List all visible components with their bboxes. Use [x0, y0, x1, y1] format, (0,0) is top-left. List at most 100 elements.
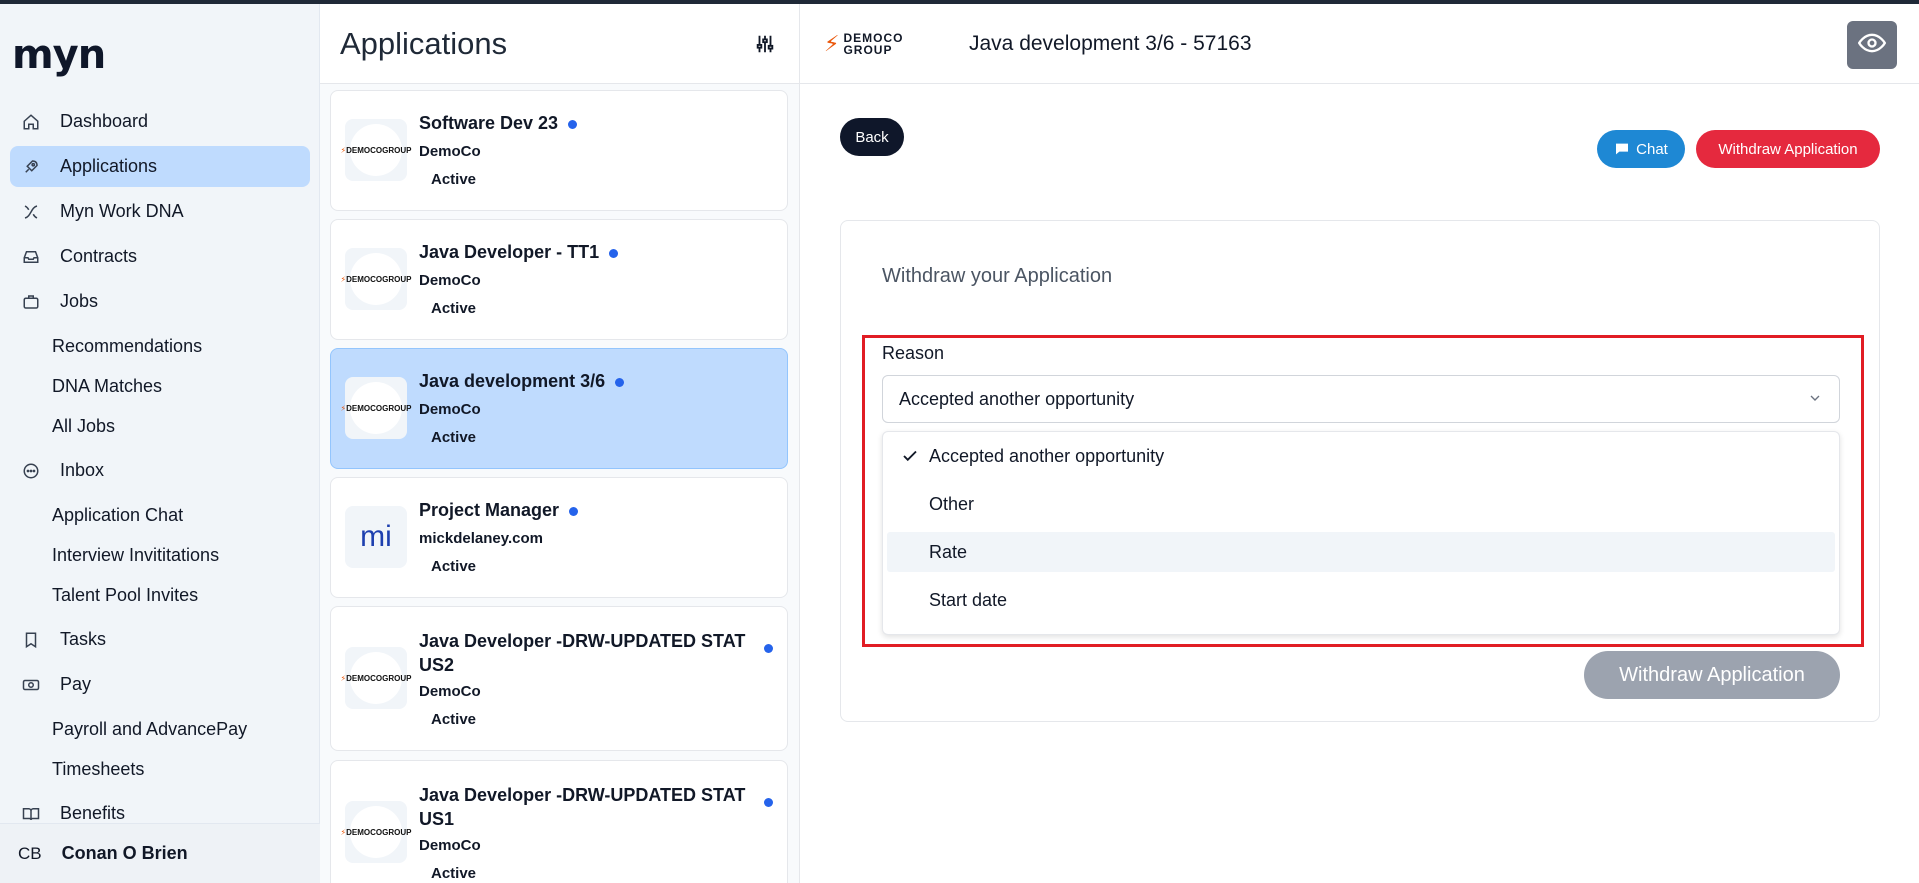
application-card[interactable]: ⚡ DEMOCO GROUP Software Dev 23 DemoCo Acti…	[330, 90, 788, 211]
company-logo: ⚡ DEMOCO GROUP	[341, 119, 411, 181]
sidebar-item-interview-invitations[interactable]: Interview Invititations	[10, 535, 310, 575]
sidebar-item-talent-pool-invites[interactable]: Talent Pool Invites	[10, 575, 310, 615]
sidebar-nav: Dashboard Applications Myn Work DNA Cont…	[10, 101, 310, 838]
inbox-tray-icon	[20, 246, 42, 268]
sidebar-item-label: Jobs	[60, 291, 99, 311]
application-company: DemoCo	[419, 683, 481, 700]
back-button[interactable]: Back	[840, 118, 904, 156]
status-badge: Active	[419, 296, 489, 320]
sidebar-item-dashboard[interactable]: Dashboard	[10, 101, 310, 142]
chat-button[interactable]: Chat	[1597, 130, 1685, 168]
unread-dot	[615, 377, 625, 387]
filter-sliders-icon[interactable]	[751, 30, 779, 58]
preview-button[interactable]	[1847, 21, 1897, 69]
sidebar-item-label: Contracts	[60, 246, 138, 266]
submit-withdraw-button[interactable]: Withdraw Application	[1584, 651, 1840, 699]
reason-option-other[interactable]: Other	[887, 484, 1835, 524]
sidebar-item-application-chat[interactable]: Application Chat	[10, 495, 310, 535]
chevron-down-icon	[1807, 390, 1823, 411]
sidebar-item-label: Dashboard	[60, 111, 149, 131]
application-card-selected[interactable]: ⚡ DEMOCO GROUP Java development 3/6 DemoCo…	[330, 348, 788, 469]
sidebar-item-label: Tasks	[60, 629, 107, 649]
sidebar-item-tasks[interactable]: Tasks	[10, 619, 310, 660]
status-badge: Active	[419, 167, 489, 191]
unread-dot	[568, 119, 578, 129]
sidebar-item-recommendations[interactable]: Recommendations	[10, 326, 310, 366]
avatar: CB	[18, 843, 42, 863]
reason-option-accepted[interactable]: Accepted another opportunity	[887, 436, 1835, 476]
briefcase-icon	[20, 291, 42, 313]
application-company: DemoCo	[419, 272, 481, 289]
unread-dot	[764, 798, 773, 807]
reason-option-rate[interactable]: Rate	[887, 532, 1835, 572]
sidebar-item-timesheets[interactable]: Timesheets	[10, 749, 310, 789]
application-card[interactable]: ⚡ DEMOCO GROUP Java Developer -DRW-UPDATED…	[330, 606, 788, 751]
withdraw-application-button[interactable]: Withdraw Application	[1696, 130, 1880, 168]
main-header: ⚡ DEMOCO GROUP Java development 3/6 - 571…	[800, 4, 1919, 84]
status-badge: Active	[419, 707, 489, 731]
reason-dropdown: Accepted another opportunity Other Rate …	[882, 431, 1840, 635]
money-icon	[20, 674, 42, 696]
user-profile[interactable]: CB Conan O Brien	[0, 823, 320, 883]
reason-option-start-date[interactable]: Start date	[887, 580, 1835, 620]
main-content: ⚡ DEMOCO GROUP Java development 3/6 - 571…	[800, 4, 1919, 883]
sidebar-item-dna-matches[interactable]: DNA Matches	[10, 366, 310, 406]
rocket-icon	[20, 156, 42, 178]
application-title: Java development 3/6	[419, 371, 625, 392]
status-badge: Active	[419, 554, 489, 578]
unread-dot	[569, 506, 579, 516]
unread-dot	[609, 248, 619, 258]
application-title: Java Developer - TT1	[419, 242, 619, 263]
company-logo: ⚡ DEMOCO GROUP	[341, 647, 411, 709]
check-icon	[901, 447, 919, 470]
chat-bubble-icon	[1614, 141, 1630, 157]
application-company: DemoCo	[419, 401, 481, 418]
dna-icon	[20, 201, 42, 223]
sidebar-item-label: Benefits	[60, 803, 126, 823]
sidebar-item-myn-work-dna[interactable]: Myn Work DNA	[10, 191, 310, 232]
sidebar-item-all-jobs[interactable]: All Jobs	[10, 406, 310, 446]
company-logo: ⚡ DEMOCO GROUP	[341, 377, 411, 439]
page-title: Applications	[340, 25, 508, 61]
sidebar-item-label: Applications	[60, 156, 158, 176]
application-title: Java Developer -DRW-UPDATED STAT US2	[419, 631, 746, 675]
company-logo: ⚡ DEMOCO GROUP	[341, 248, 411, 310]
unread-dot	[764, 644, 773, 653]
reason-select[interactable]: Accepted another opportunity	[882, 375, 1840, 423]
application-title: Java Developer -DRW-UPDATED STAT US1	[419, 785, 746, 829]
application-card[interactable]: mi Project Manager mickdelaney.com Activ…	[330, 477, 788, 598]
home-icon	[20, 111, 42, 133]
sidebar-item-label: Inbox	[60, 460, 105, 480]
sidebar-item-jobs[interactable]: Jobs	[10, 281, 310, 322]
myn-logo[interactable]: myn	[12, 32, 106, 78]
application-heading: Java development 3/6 - 57163	[969, 31, 1252, 55]
applications-header: Applications	[320, 4, 799, 84]
form-heading: Withdraw your Application	[882, 265, 1113, 287]
status-badge: Active	[419, 861, 489, 883]
sidebar-item-contracts[interactable]: Contracts	[10, 236, 310, 277]
status-badge: Active	[419, 425, 489, 449]
sidebar-item-applications[interactable]: Applications	[10, 146, 310, 187]
chat-icon	[20, 460, 42, 482]
brand-mark-icon: ⚡	[824, 30, 840, 56]
eye-icon	[1857, 29, 1887, 62]
company-logo: mi	[345, 506, 407, 568]
company-brand-logo: ⚡ DEMOCO GROUP	[824, 30, 904, 57]
application-title: Software Dev 23	[419, 113, 578, 134]
application-company: DemoCo	[419, 837, 481, 854]
sidebar-item-pay[interactable]: Pay	[10, 664, 310, 705]
book-icon	[20, 803, 42, 825]
application-company: DemoCo	[419, 143, 481, 160]
application-card[interactable]: ⚡ DEMOCO GROUP Java Developer - TT1 DemoCo…	[330, 219, 788, 340]
application-card[interactable]: ⚡ DEMOCO GROUP Java Developer -DRW-UPDATED…	[330, 760, 788, 883]
sidebar-item-label: Pay	[60, 674, 92, 694]
application-company: mickdelaney.com	[419, 530, 543, 547]
sidebar-item-label: Myn Work DNA	[60, 201, 184, 221]
sidebar-item-inbox[interactable]: Inbox	[10, 450, 310, 491]
application-title: Project Manager	[419, 500, 579, 521]
sidebar-item-payroll[interactable]: Payroll and AdvancePay	[10, 709, 310, 749]
company-logo: ⚡ DEMOCO GROUP	[341, 801, 411, 863]
applications-panel: Applications ⚡ DEMOCO GROUP Software Dev 2…	[320, 4, 800, 883]
user-name: Conan O Brien	[61, 843, 188, 863]
bookmark-icon	[20, 629, 42, 651]
